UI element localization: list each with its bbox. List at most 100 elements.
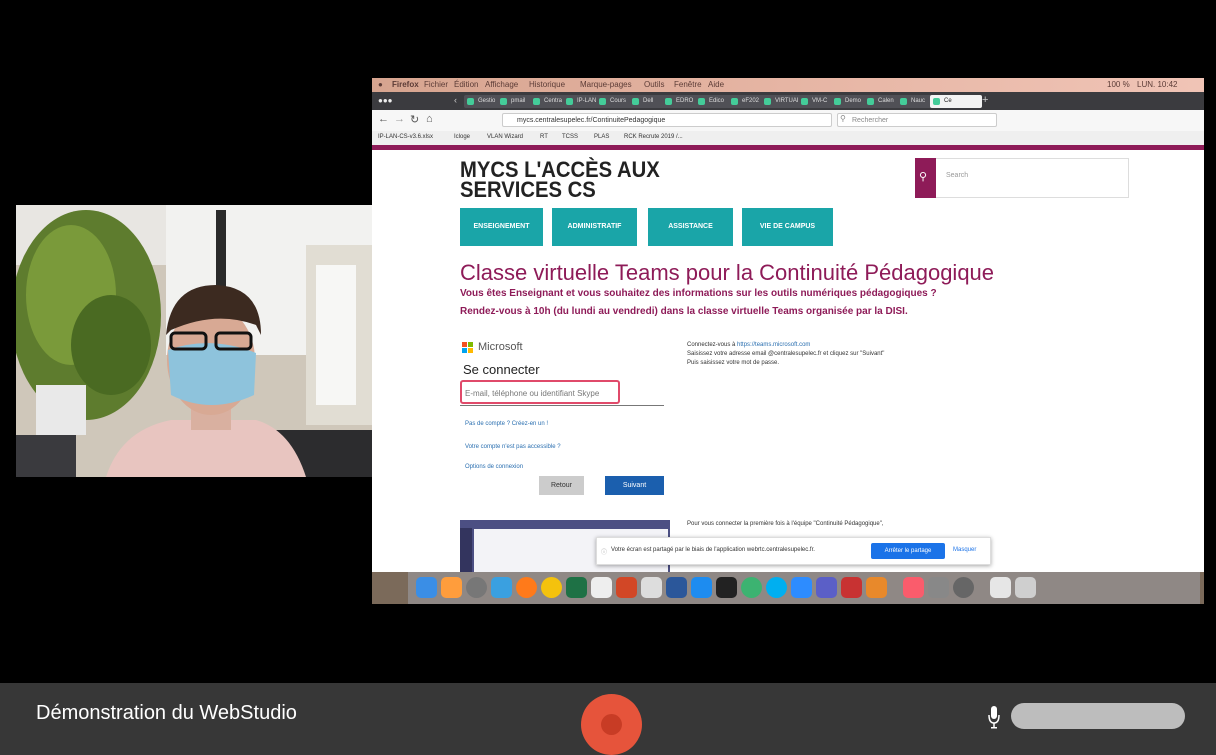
apple-icon: ● [378, 80, 383, 89]
menu-fichier[interactable]: Fichier [424, 80, 448, 89]
menu-marque-pages[interactable]: Marque-pages [580, 80, 632, 89]
browser-search-input[interactable]: Rechercher [837, 113, 997, 127]
menu-historique[interactable]: Historique [529, 80, 565, 89]
zoom-icon[interactable] [791, 577, 812, 598]
powerpoint-icon[interactable] [616, 577, 637, 598]
menu-firefox[interactable]: Firefox [392, 80, 419, 89]
bookmark-item[interactable]: Icloge [454, 134, 470, 140]
instruction-line-1: Connectez-vous à https://teams.microsoft… [687, 342, 810, 348]
instruction-prefix: Connectez-vous à [687, 342, 736, 348]
tab-scroll-left-icon[interactable]: ‹ [454, 95, 457, 105]
instruction-line-3: Puis saisissez votre mot de passe. [687, 360, 780, 366]
calendar-icon[interactable] [591, 577, 612, 598]
search-icon: ⚲ [840, 114, 846, 123]
email-underline [460, 405, 664, 406]
next-button[interactable]: Suivant [605, 476, 664, 495]
app-icon[interactable] [928, 577, 949, 598]
nav-administratif[interactable]: ADMINISTRATIF [552, 208, 637, 246]
excel-icon[interactable] [566, 577, 587, 598]
page-subheading-2: Rendez-vous à 10h (du lundi au vendredi)… [460, 306, 908, 317]
record-button[interactable] [581, 694, 642, 755]
webcam-video [16, 205, 372, 477]
bookmark-item[interactable]: RT [540, 134, 548, 140]
forward-icon[interactable]: → [394, 113, 405, 125]
app-icon[interactable] [441, 577, 462, 598]
nav-assistance[interactable]: ASSISTANCE [648, 208, 733, 246]
bookmark-item[interactable]: IP-LAN-CS-v3.6.xlsx [378, 134, 433, 140]
vlc-icon[interactable] [866, 577, 887, 598]
signin-options-link[interactable]: Options de connexion [465, 464, 523, 470]
mac-menubar: ● Firefox Fichier Édition Affichage Hist… [372, 78, 1204, 92]
mac-dock [408, 572, 1200, 604]
music-icon[interactable] [903, 577, 924, 598]
finder-icon[interactable] [416, 577, 437, 598]
home-icon[interactable]: ⌂ [426, 113, 433, 125]
site-search-button[interactable]: ⚲ [915, 158, 936, 198]
notes-icon[interactable] [641, 577, 662, 598]
instruction-line-4: Pour vous connecter la première fois à l… [687, 521, 884, 527]
back-button[interactable]: Retour [539, 476, 584, 495]
menu-aide[interactable]: Aide [708, 80, 724, 89]
web-page: MYCS L'ACCÈS AUX SERVICES CS Search ⚲ EN… [372, 145, 1204, 572]
teams-sidebar [460, 528, 472, 572]
nav-enseignement[interactable]: ENSEIGNEMENT [460, 208, 543, 246]
microsoft-brand: Microsoft [478, 341, 523, 353]
share-banner-text: Votre écran est partagé par le biais de … [611, 547, 815, 553]
system-preferences-icon[interactable] [953, 577, 974, 598]
info-icon: ⓘ [601, 550, 608, 556]
menu-outils[interactable]: Outils [644, 80, 664, 89]
microphone-icon[interactable] [988, 703, 1000, 729]
shared-screen: ● Firefox Fichier Édition Affichage Hist… [372, 78, 1204, 604]
hide-banner-button[interactable]: Masquer [953, 547, 976, 553]
skype-icon[interactable] [766, 577, 787, 598]
site-search-input[interactable]: Search [915, 158, 1129, 198]
bookmark-item[interactable]: PLAS [594, 134, 609, 140]
page-accent-bar [372, 145, 1204, 150]
teams-icon[interactable] [816, 577, 837, 598]
record-icon [601, 714, 622, 735]
instruction-line-2: Saisissez votre adresse email @centrales… [687, 351, 885, 357]
email-field[interactable]: E-mail, téléphone ou identifiant Skype [460, 380, 620, 404]
menu-fenetre[interactable]: Fenêtre [674, 80, 702, 89]
nav-vie-de-campus[interactable]: VIE DE CAMPUS [742, 208, 833, 246]
back-icon[interactable]: ← [378, 113, 389, 125]
bookmarks-bar: IP-LAN-CS-v3.6.xlsx Icloge VLAN Wizard R… [372, 131, 1204, 146]
site-title[interactable]: MYCS L'ACCÈS AUX SERVICES CS [460, 159, 660, 201]
bookmark-item[interactable]: TCSS [562, 134, 578, 140]
app-store-icon[interactable] [691, 577, 712, 598]
audio-level-meter [1011, 703, 1185, 729]
signin-title: Se connecter [463, 362, 540, 377]
safari-icon[interactable] [491, 577, 512, 598]
terminal-icon[interactable] [716, 577, 737, 598]
network-icon[interactable] [741, 577, 762, 598]
battery-status: 100 % [1107, 80, 1130, 89]
chrome-icon[interactable] [541, 577, 562, 598]
screen-share-banner: ⓘ Votre écran est partagé par le biais d… [596, 537, 991, 565]
trash-icon[interactable] [1015, 577, 1036, 598]
document-icon[interactable] [990, 577, 1011, 598]
url-input[interactable]: mycs.centralesupelec.fr/ContinuitePedago… [502, 113, 832, 127]
browser-tab-bar: ●●● ‹ Gestio pmail Centra IP-LAN Cours D… [372, 92, 1204, 110]
launchpad-icon[interactable] [466, 577, 487, 598]
menu-affichage[interactable]: Affichage [485, 80, 518, 89]
page-subheading-1: Vous êtes Enseignant et vous souhaitez d… [460, 288, 937, 299]
app-icon[interactable] [841, 577, 862, 598]
browser-tab-active[interactable]: Ce [930, 95, 982, 108]
new-tab-icon[interactable]: + [982, 94, 988, 106]
control-bar: Démonstration du WebStudio [0, 683, 1216, 755]
page-heading: Classe virtuelle Teams pour la Continuit… [460, 260, 995, 285]
account-inaccessible-link[interactable]: Votre compte n'est pas accessible ? [465, 444, 561, 450]
firefox-icon[interactable] [516, 577, 537, 598]
session-title: Démonstration du WebStudio [36, 702, 297, 724]
stop-sharing-button[interactable]: Arrêter le partage [871, 543, 945, 559]
word-icon[interactable] [666, 577, 687, 598]
create-account-link[interactable]: Pas de compte ? Créez-en un ! [465, 421, 548, 427]
microsoft-logo-icon [462, 342, 473, 353]
menu-edition[interactable]: Édition [454, 80, 478, 89]
traffic-lights-icon[interactable]: ●●● [378, 96, 393, 105]
teams-link[interactable]: https://teams.microsoft.com [737, 342, 810, 348]
bookmark-item[interactable]: VLAN Wizard [487, 134, 523, 140]
bookmark-item[interactable]: RCK Recrute 2019 /... [624, 134, 683, 140]
reload-icon[interactable]: ↻ [410, 113, 419, 126]
search-icon: ⚲ [919, 171, 928, 183]
